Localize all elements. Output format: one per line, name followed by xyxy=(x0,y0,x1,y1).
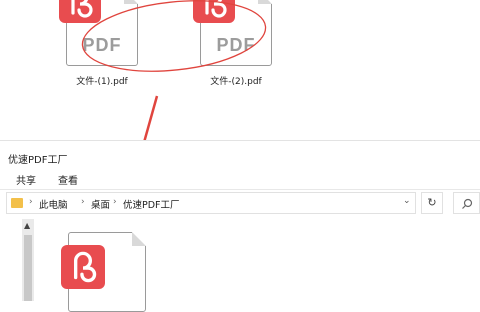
pdf-document-icon xyxy=(61,232,146,312)
page-fold xyxy=(124,0,138,4)
pdf-app-icon xyxy=(193,0,235,23)
search-button[interactable] xyxy=(453,192,480,214)
file-name: 文件-(1).pdf xyxy=(76,77,128,87)
folder-icon xyxy=(11,198,23,208)
pdf-app-icon xyxy=(61,245,105,289)
nav-pane-scrollbar[interactable]: ▲ xyxy=(22,219,34,301)
ribbon: 共享 查看 xyxy=(0,167,480,189)
chevron-right-icon: › xyxy=(29,197,33,207)
chevron-down-icon[interactable]: ⌄ xyxy=(403,196,411,206)
pdf-label: PDF xyxy=(82,35,122,55)
pdf-document-icon: PDF xyxy=(59,0,138,66)
window-title: 优速PDF工厂 xyxy=(8,155,68,166)
page-fold xyxy=(258,0,272,4)
tab-view[interactable]: 查看 xyxy=(58,172,78,187)
page-fold xyxy=(132,232,146,246)
scroll-up-icon[interactable]: ▲ xyxy=(24,221,30,230)
chevron-right-icon: › xyxy=(81,197,85,207)
pdf-label: PDF xyxy=(216,35,256,55)
ribbon-divider xyxy=(0,189,480,190)
pdf-app-icon xyxy=(59,0,101,23)
search-icon xyxy=(461,198,472,209)
breadcrumb-this-pc[interactable]: 此电脑 xyxy=(39,197,68,211)
breadcrumb-current-folder[interactable]: 优速PDF工厂 xyxy=(123,197,180,211)
address-bar[interactable]: › 此电脑 › 桌面 › 优速PDF工厂 ⌄ xyxy=(6,192,416,214)
pdf-document-icon: PDF xyxy=(193,0,272,66)
refresh-button[interactable]: ↻ xyxy=(421,192,443,214)
breadcrumb-desktop[interactable]: 桌面 xyxy=(91,197,110,211)
file-name: 文件-(2).pdf xyxy=(210,77,262,87)
chevron-right-icon: › xyxy=(113,197,117,207)
scrollbar-thumb[interactable] xyxy=(24,235,32,301)
refresh-icon: ↻ xyxy=(427,196,437,209)
tab-share[interactable]: 共享 xyxy=(16,172,36,187)
